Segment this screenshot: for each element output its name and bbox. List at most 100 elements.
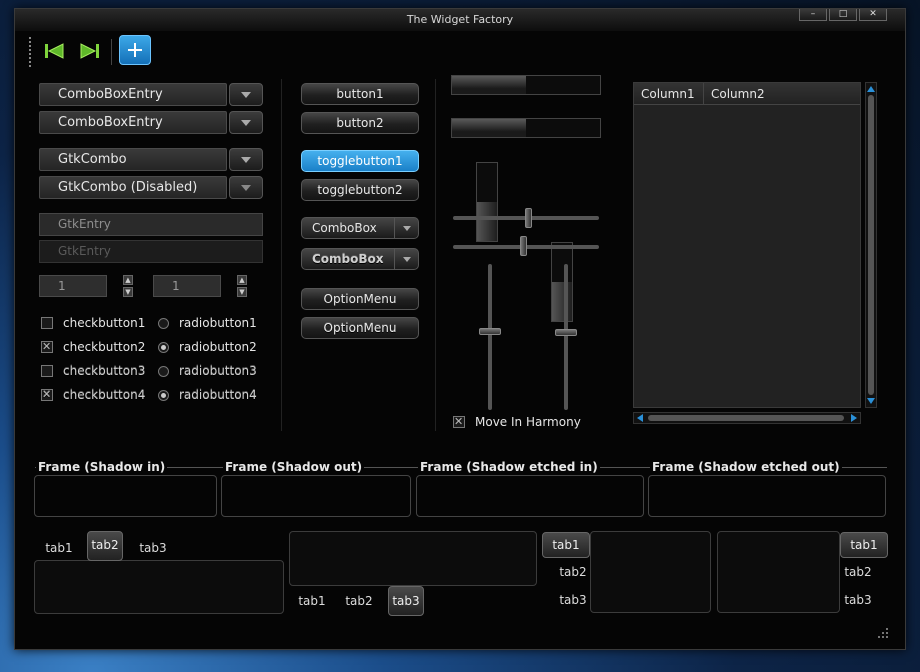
vscale-2-thumb[interactable] (555, 329, 577, 336)
vertical-scrollbar[interactable] (865, 82, 877, 408)
frame-shadow-in (34, 475, 217, 517)
notebook-1-tab3[interactable]: tab3 (133, 541, 173, 559)
combobox-1[interactable]: ComboBox (301, 217, 419, 239)
progressbar-vertical-2 (551, 242, 573, 322)
checkbox-icon (41, 388, 53, 401)
window-title: The Widget Factory (406, 13, 514, 26)
comboboxentry-2[interactable]: ComboBoxEntry (39, 111, 263, 134)
optionmenu-1[interactable]: OptionMenu (301, 288, 419, 310)
spin-down-icon: ▼ (237, 287, 247, 297)
toolbar-handle[interactable] (29, 37, 32, 67)
scroll-left-icon[interactable] (636, 413, 644, 423)
checkbutton-2[interactable]: checkbutton2 (41, 335, 161, 359)
radio-icon[interactable] (158, 317, 169, 329)
spinbutton-field: 1 (153, 275, 221, 297)
combobox-2[interactable]: ComboBox (301, 248, 419, 270)
togglebutton1[interactable]: togglebutton1 (301, 150, 419, 172)
notebook-2-tab1[interactable]: tab1 (293, 594, 331, 612)
frame-shadow-etched-out (648, 475, 886, 517)
notebook-1-page (34, 560, 284, 614)
progressbar-horizontal-2 (451, 118, 601, 138)
spinbutton-1[interactable]: 1 ▲ ▼ (39, 275, 133, 297)
button1[interactable]: button1 (301, 83, 419, 105)
resize-grip-icon[interactable] (875, 625, 889, 639)
spin-down-icon[interactable]: ▼ (123, 287, 133, 297)
spin-up-icon[interactable]: ▲ (123, 275, 133, 285)
chevron-down-icon[interactable] (229, 148, 263, 171)
checkbutton-1[interactable]: checkbutton1 (41, 311, 161, 335)
notebook-1-tab1[interactable]: tab1 (39, 541, 79, 559)
comboboxentry-field[interactable]: ComboBoxEntry (39, 111, 227, 134)
hscale-2-thumb[interactable] (520, 236, 527, 256)
treeview-header: Column1 Column2 (634, 83, 860, 105)
scroll-down-icon[interactable] (866, 397, 876, 405)
go-first-icon[interactable] (39, 36, 69, 66)
chevron-down-icon (229, 176, 263, 199)
button2[interactable]: button2 (301, 112, 419, 134)
gtkcombo[interactable]: GtkCombo (39, 148, 263, 171)
checkbox-icon[interactable] (453, 415, 465, 428)
scrollbar-thumb[interactable] (648, 415, 844, 421)
minimize-icon[interactable]: – (799, 9, 827, 21)
notebook-4-tab2[interactable]: tab2 (840, 565, 876, 583)
gtkcombo-field[interactable]: GtkCombo (39, 148, 227, 171)
checkbox-icon[interactable] (41, 340, 53, 353)
scroll-right-icon[interactable] (850, 413, 858, 423)
notebook-4-tab3[interactable]: tab3 (840, 593, 876, 611)
notebook-3-page (590, 531, 711, 613)
chevron-down-icon[interactable] (229, 111, 263, 134)
radiobutton-2[interactable]: radiobutton2 (158, 335, 278, 359)
hscale-1-thumb[interactable] (525, 208, 532, 228)
radiobutton-1[interactable]: radiobutton1 (158, 311, 278, 335)
chevron-down-icon (394, 218, 418, 238)
comboboxentry-field[interactable]: ComboBoxEntry (39, 83, 227, 106)
radio-icon[interactable] (158, 341, 169, 353)
comboboxentry-1[interactable]: ComboBoxEntry (39, 83, 263, 106)
main-window: The Widget Factory – □ ✕ ComboBoxEntry C… (14, 8, 906, 650)
chevron-down-icon (394, 249, 418, 269)
notebook-3-tab3[interactable]: tab3 (555, 593, 591, 611)
vscale-1-trough[interactable] (488, 264, 492, 410)
checkbutton-4: checkbutton4 (41, 383, 161, 407)
combobox-label: ComboBox (312, 252, 384, 266)
frame-shadow-etched-in (416, 475, 644, 517)
chevron-down-icon[interactable] (229, 83, 263, 106)
optionmenu-2[interactable]: OptionMenu (301, 317, 419, 339)
scroll-up-icon[interactable] (866, 85, 876, 93)
add-icon[interactable] (119, 35, 151, 65)
notebook-4-page (717, 531, 840, 613)
togglebutton2[interactable]: togglebutton2 (301, 179, 419, 201)
horizontal-scrollbar[interactable] (633, 412, 861, 424)
close-icon[interactable]: ✕ (859, 9, 887, 21)
scrollbar-thumb[interactable] (868, 95, 874, 395)
notebook-2-tab3[interactable]: tab3 (388, 586, 424, 616)
notebook-3-tab2[interactable]: tab2 (555, 565, 591, 583)
go-last-icon[interactable] (75, 36, 105, 66)
move-in-harmony-check[interactable]: Move In Harmony (453, 410, 581, 434)
checkbutton-label: checkbutton3 (63, 364, 146, 378)
gtkentry-disabled: GtkEntry (39, 240, 263, 263)
frame-shadow-etched-out-label: Frame (Shadow etched out) (650, 460, 842, 474)
radiobutton-label: radiobutton4 (179, 388, 257, 402)
notebook-1-tab2[interactable]: tab2 (87, 531, 123, 561)
maximize-icon[interactable]: □ (829, 9, 857, 21)
column-header-1[interactable]: Column1 (634, 83, 704, 104)
vscale-1-thumb[interactable] (479, 328, 501, 335)
gtkcombo-disabled-field: GtkCombo (Disabled) (39, 176, 227, 199)
spinbutton-field[interactable]: 1 (39, 275, 107, 297)
gtkentry[interactable]: GtkEntry (39, 213, 263, 236)
notebook-2-tab2[interactable]: tab2 (340, 594, 378, 612)
frame-shadow-out (221, 475, 411, 517)
checkbutton-3: checkbutton3 (41, 359, 161, 383)
title-bar[interactable]: The Widget Factory – □ ✕ (15, 9, 905, 31)
move-in-harmony-label: Move In Harmony (475, 415, 581, 429)
checkbox-icon[interactable] (41, 317, 53, 329)
notebook-4-tab1[interactable]: tab1 (840, 532, 888, 558)
vscale-2-trough[interactable] (564, 264, 568, 410)
checkbox-icon (41, 365, 53, 377)
treeview[interactable]: Column1 Column2 (633, 82, 861, 408)
column-header-2[interactable]: Column2 (704, 83, 860, 104)
progressbar-horizontal-1 (451, 75, 601, 95)
frame-shadow-in-label: Frame (Shadow in) (36, 460, 168, 474)
notebook-3-tab1[interactable]: tab1 (542, 532, 590, 558)
